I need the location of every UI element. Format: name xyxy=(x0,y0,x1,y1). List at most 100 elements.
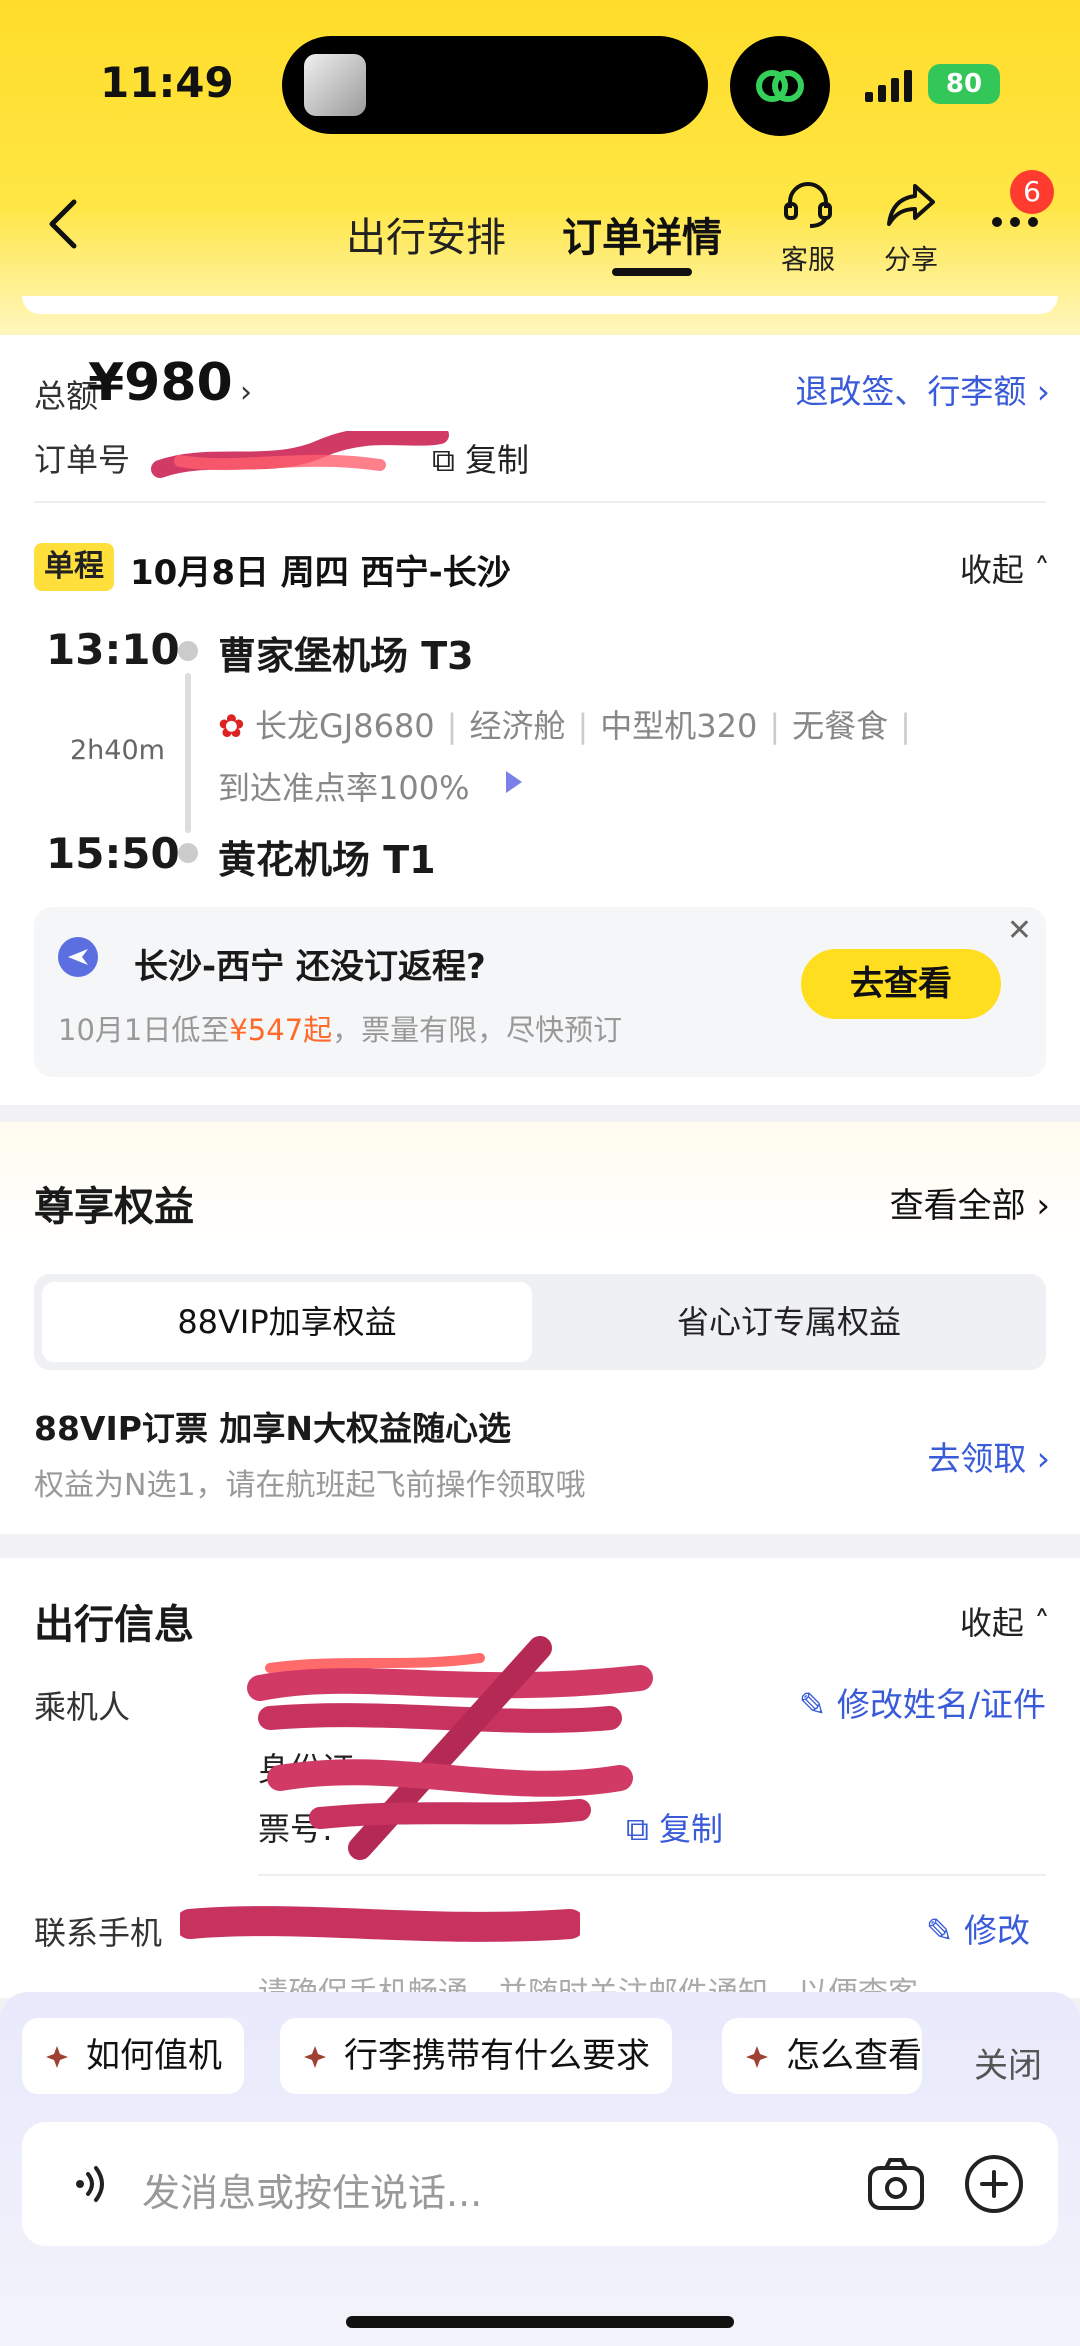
home-indicator xyxy=(346,2316,734,2328)
refund-baggage-label: 退改签、行李额 xyxy=(795,372,1027,411)
total-amount[interactable]: ¥980 xyxy=(88,353,233,413)
collapse-travel-button[interactable]: 收起 ˄ xyxy=(960,1598,1050,1644)
collapse-flight-label: 收起 xyxy=(959,551,1024,589)
departure-time: 13:10 xyxy=(46,625,180,674)
divider xyxy=(34,501,1046,503)
claim-benefit-button[interactable]: 去领取 › xyxy=(927,1432,1050,1480)
benefit-tabs: 88VIP加享权益 省心订专属权益 xyxy=(34,1274,1046,1370)
notification-badge: 6 xyxy=(1010,170,1054,214)
status-time: 11:49 xyxy=(100,58,234,107)
travel-info-title: 出行信息 xyxy=(34,1602,194,1648)
pencil-icon: ✎ xyxy=(925,1911,954,1950)
redaction-scribble xyxy=(151,431,449,478)
departure-airport: 曹家堡机场 T3 xyxy=(218,634,474,678)
return-promo-title: 长沙-西宁 还没订返程? xyxy=(134,947,486,987)
customer-service-button[interactable]: 客服 xyxy=(763,176,853,277)
play-arrow-icon xyxy=(506,771,522,793)
one-way-tag: 单程 xyxy=(34,543,114,591)
collapse-flight-button[interactable]: 收起 ˄ xyxy=(960,545,1050,591)
order-number-label: 订单号 xyxy=(34,441,131,479)
passenger-label: 乘机人 xyxy=(34,1688,131,1726)
edit-contact-button[interactable]: ✎ 修改 xyxy=(926,1904,1030,1952)
return-promo-subtitle: 10月1日低至¥547起，票量有限，尽快预订 xyxy=(58,1007,622,1049)
flight-duration: 2h40m xyxy=(70,735,165,766)
chip-label: 如何值机 xyxy=(86,2036,222,2076)
travel-info-card: 出行信息 收起 ˄ 乘机人 ✎ 修改姓名/证件 身份证: 票号: ⧉ 复制 联系… xyxy=(0,1558,1080,2011)
chip-label: 怎么查看 xyxy=(786,2036,922,2076)
claim-label: 去领取 xyxy=(927,1439,1027,1478)
share-button[interactable]: 分享 xyxy=(866,176,956,277)
divider xyxy=(258,1874,1046,1876)
chevron-right-icon: › xyxy=(240,375,252,410)
trip-summary: 10月8日 周四 西宁-长沙 xyxy=(130,553,511,593)
copy-icon: ⧉ xyxy=(432,441,455,479)
assistant-panel: 如何值机 行李携带有什么要求 怎么查看 关闭 发消息或按住说话... xyxy=(0,1992,1080,2346)
tab-88vip[interactable]: 88VIP加享权益 xyxy=(42,1282,532,1362)
flight-details: ✿ 长龙GJ8680 | 经济舱 | 中型机320 | 无餐食 | xyxy=(218,707,911,745)
tab-travel-arrangement[interactable]: 出行安排 xyxy=(346,205,506,263)
message-placeholder: 发消息或按住说话... xyxy=(142,2171,483,2215)
close-icon[interactable]: ✕ xyxy=(1007,913,1032,948)
chevron-up-icon: ˄ xyxy=(1034,1604,1050,1642)
sparkle-icon xyxy=(304,2046,326,2068)
camera-icon[interactable] xyxy=(864,2152,928,2216)
chevron-left-icon xyxy=(49,199,77,249)
active-tab-indicator xyxy=(612,268,692,276)
refund-baggage-link[interactable]: 退改签、行李额 › xyxy=(795,365,1050,413)
meal-info: 无餐食 xyxy=(792,707,889,745)
chip-label: 行李携带有什么要求 xyxy=(344,2036,650,2076)
cabin-class: 经济舱 xyxy=(469,707,566,745)
chevron-up-icon: ˄ xyxy=(1034,551,1050,589)
plane-icon xyxy=(58,937,98,977)
close-chips-button[interactable]: 关闭 xyxy=(974,2038,1042,2087)
benefits-title: 尊享权益 xyxy=(34,1184,194,1230)
tab-worry-free[interactable]: 省心订专属权益 xyxy=(540,1282,1038,1362)
plus-icon[interactable] xyxy=(962,2152,1026,2216)
chip-baggage[interactable]: 行李携带有什么要求 xyxy=(280,2018,672,2094)
voice-icon[interactable] xyxy=(68,2162,112,2206)
contact-phone-label: 联系手机 xyxy=(34,1914,163,1952)
battery-indicator: 80 xyxy=(928,64,1000,104)
pencil-icon: ✎ xyxy=(798,1685,827,1724)
dynamic-island xyxy=(282,36,708,134)
arrival-airport: 黄花机场 T1 xyxy=(218,838,436,882)
sparkle-icon xyxy=(46,2046,68,2068)
headset-icon xyxy=(784,182,832,228)
arrival-dot xyxy=(178,843,198,863)
chip-check-in[interactable]: 如何值机 xyxy=(22,2018,244,2094)
departure-dot xyxy=(178,641,198,661)
signal-icon xyxy=(865,70,915,106)
back-button[interactable] xyxy=(44,196,94,256)
collapse-travel-label: 收起 xyxy=(959,1604,1024,1642)
vip-benefit-subtitle: 权益为N选1，请在航班起飞前操作领取哦 xyxy=(34,1468,586,1503)
redaction-scribble xyxy=(247,1636,653,1860)
airline-logo-icon: ✿ xyxy=(218,707,245,745)
tab-order-detail[interactable]: 订单详情 xyxy=(562,205,722,263)
media-thumbnail xyxy=(304,54,366,116)
on-time-rate[interactable]: 到达准点率100% xyxy=(218,763,470,809)
sparkle-icon xyxy=(746,2046,768,2068)
view-return-button[interactable]: 去查看 xyxy=(801,949,1001,1019)
view-all-benefits[interactable]: 查看全部 › xyxy=(890,1178,1050,1227)
edit-contact-label: 修改 xyxy=(964,1911,1030,1950)
share-label: 分享 xyxy=(884,245,938,276)
view-all-label: 查看全部 xyxy=(889,1186,1026,1226)
route-line xyxy=(185,673,191,833)
return-trip-promo: 长沙-西宁 还没订返程? 10月1日低至¥547起，票量有限，尽快预订 去查看 … xyxy=(34,907,1046,1077)
chip-how-to-view[interactable]: 怎么查看 xyxy=(722,2018,922,2094)
flight-number: 长龙GJ8680 xyxy=(254,707,435,745)
header: 11:49 80 出行安排 订单详情 客服 分享 6 xyxy=(0,0,1080,340)
app-activity-icon xyxy=(730,36,830,136)
message-input-bar[interactable]: 发消息或按住说话... xyxy=(22,2122,1058,2246)
customer-service-label: 客服 xyxy=(781,245,835,276)
redaction-scribble xyxy=(180,1906,580,1942)
arrival-time: 15:50 xyxy=(46,829,180,878)
header-card-edge xyxy=(22,296,1058,314)
promo-price: ¥547起 xyxy=(229,1013,333,1047)
order-detail-page: 11:49 80 出行安排 订单详情 客服 分享 6 总额 ¥980 › 退改签… xyxy=(0,0,1080,2346)
edit-name-button[interactable]: ✎ 修改姓名/证件 xyxy=(799,1678,1046,1726)
order-card: 总额 ¥980 › 退改签、行李额 › 订单号 ⧉ 复制 单程 10月8日 周四… xyxy=(0,335,1080,1105)
benefits-card: 尊享权益 查看全部 › 88VIP加享权益 省心订专属权益 88VIP订票 加享… xyxy=(0,1122,1080,1534)
copy-order-button[interactable]: ⧉ 复制 xyxy=(432,435,529,481)
promo-note: ，票量有限，尽快预订 xyxy=(332,1013,623,1047)
